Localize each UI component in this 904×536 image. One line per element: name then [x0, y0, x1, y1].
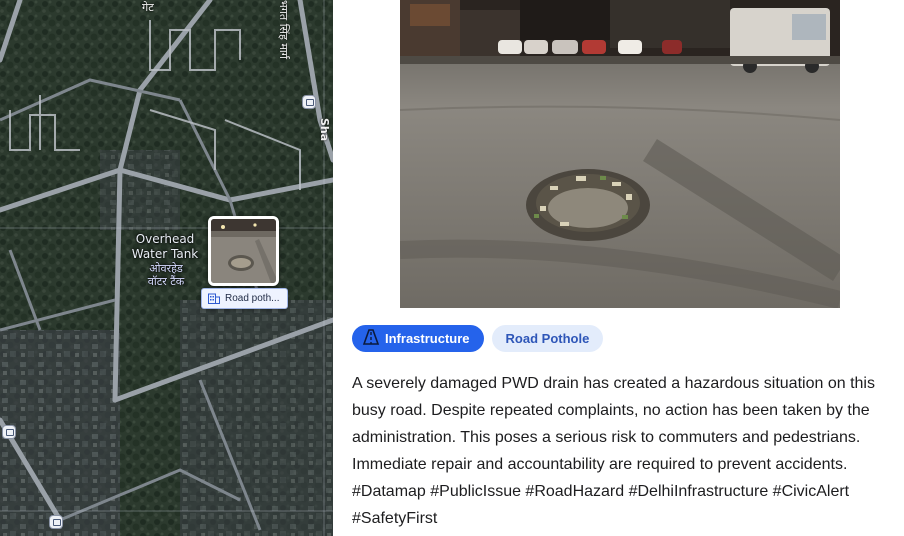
- bus-stop-icon[interactable]: [302, 95, 316, 109]
- tag-label: Road Pothole: [505, 331, 590, 346]
- app-root: गेट भगत सिंह मार्ग Sha Overhead Water Ta…: [0, 0, 904, 536]
- poi-label-line: Water Tank: [131, 247, 199, 261]
- satellite-map[interactable]: गेट भगत सिंह मार्ग Sha Overhead Water Ta…: [0, 0, 333, 536]
- tag-road-pothole[interactable]: Road Pothole: [491, 325, 604, 352]
- road-label-english: Sha: [318, 118, 331, 142]
- post-detail-panel: Infrastructure Road Pothole A severely d…: [333, 0, 904, 536]
- tag-infrastructure[interactable]: Infrastructure: [352, 325, 484, 352]
- poi-label-line: ओवरहेड: [149, 262, 183, 275]
- building-icon: [208, 293, 220, 304]
- pothole-photo: [400, 0, 840, 308]
- road-icon: [362, 329, 380, 348]
- poi-label-hindi[interactable]: ओवरहेड वॉटर टैंक: [128, 262, 204, 288]
- pothole-thumbnail-image: [211, 219, 276, 283]
- map-top-label: गेट: [142, 1, 154, 14]
- map-pin-label[interactable]: Road poth...: [201, 288, 288, 309]
- road-label-hindi: भगत सिंह मार्ग: [277, 0, 290, 59]
- description-line: A severely damaged PWD drain has created…: [352, 375, 875, 392]
- tag-list: Infrastructure Road Pothole: [352, 325, 604, 352]
- poi-label-line: Overhead: [135, 232, 195, 246]
- bus-stop-icon[interactable]: [49, 515, 63, 529]
- tag-label: Infrastructure: [385, 331, 470, 346]
- poi-label-line: वॉटर टैंक: [147, 275, 185, 288]
- description-line: administration. This poses a serious ris…: [352, 429, 861, 446]
- bus-stop-icon[interactable]: [2, 425, 16, 439]
- poi-label-english[interactable]: Overhead Water Tank: [126, 232, 204, 262]
- post-photo[interactable]: [400, 0, 840, 308]
- description-line: busy road. Despite repeated complaints, …: [352, 402, 870, 419]
- description-line: #SafetyFirst: [352, 510, 438, 527]
- description-line: #Datamap #PublicIssue #RoadHazard #Delhi…: [352, 483, 850, 500]
- description-line: Immediate repair and accountability are …: [352, 456, 848, 473]
- map-pin-thumbnail[interactable]: [208, 216, 279, 286]
- post-description: A severely damaged PWD drain has created…: [352, 370, 892, 532]
- map-pin-label-text: Road poth...: [225, 293, 280, 304]
